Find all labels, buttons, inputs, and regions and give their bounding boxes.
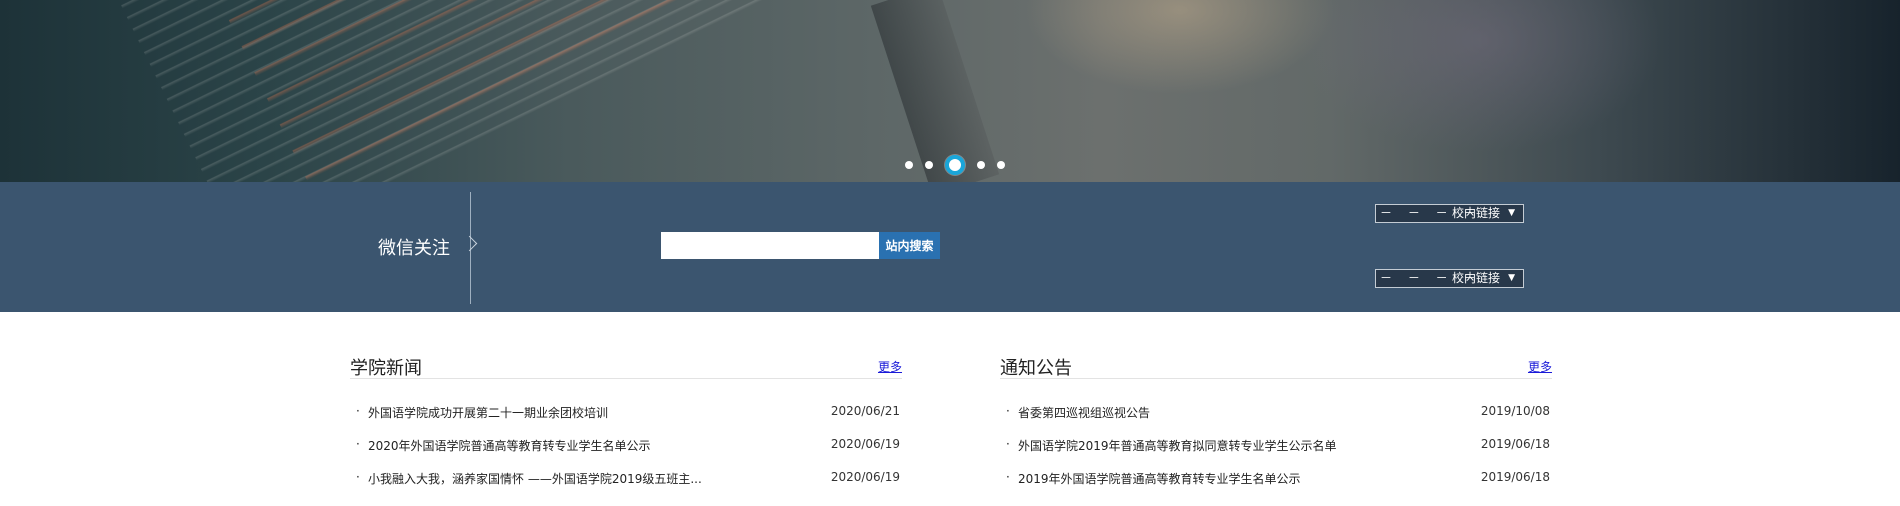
list-item[interactable]: · 省委第四巡视组巡视公告 2019/10/08 (1000, 404, 1552, 437)
section-title: 通知公告 (1000, 358, 1072, 379)
hero-banner (0, 0, 1900, 182)
campus-links-select-1[interactable]: － － － － 校内链接 ▼ (1375, 204, 1524, 223)
item-date: 2019/06/18 (1480, 470, 1550, 484)
carousel-dot-3-active[interactable] (945, 155, 965, 175)
list-item[interactable]: · 外国语学院2019年普通高等教育拟同意转专业学生公示名单 2019/06/1… (1000, 437, 1552, 470)
select-label: 校内链接 (1452, 271, 1501, 285)
item-title[interactable]: 外国语学院成功开展第二十一期业余团校培训 (368, 404, 608, 421)
bullet-dot: · (1006, 470, 1010, 484)
item-date: 2020/06/19 (830, 470, 900, 484)
item-date: 2019/06/18 (1480, 437, 1550, 451)
more-link[interactable]: 更多 (878, 358, 902, 375)
item-date: 2019/10/08 (1480, 404, 1550, 418)
notice-section: 通知公告 更多 · 省委第四巡视组巡视公告 2019/10/08 · 外国语学院… (1000, 350, 1552, 486)
news-list: · 外国语学院成功开展第二十一期业余团校培训 2020/06/21 · 2020… (350, 404, 902, 503)
toolbar-bar: 微信关注 站内搜索 － － － － 校内链接 ▼ － － － － 校内链接 ▼ (0, 182, 1900, 312)
section-title: 学院新闻 (350, 358, 422, 379)
triangle-down-icon: ▼ (1508, 208, 1515, 218)
item-title[interactable]: 2020年外国语学院普通高等教育转专业学生名单公示 (368, 437, 651, 454)
section-header: 学院新闻 更多 (350, 350, 902, 379)
carousel-dot-5[interactable] (997, 161, 1005, 169)
select-label: 校内链接 (1452, 206, 1501, 220)
campus-links-select-2[interactable]: － － － － 校内链接 ▼ (1375, 269, 1524, 288)
wechat-follow-link[interactable]: 微信关注 (378, 234, 450, 260)
bullet-dot: · (356, 437, 360, 451)
section-header: 通知公告 更多 (1000, 350, 1552, 379)
item-title[interactable]: 2019年外国语学院普通高等教育转专业学生名单公示 (1018, 470, 1301, 487)
site-search-button[interactable]: 站内搜索 (879, 232, 940, 259)
list-item[interactable]: · 2020年外国语学院普通高等教育转专业学生名单公示 2020/06/19 (350, 437, 902, 470)
item-title[interactable]: 小我融入大我，涵养家国情怀 ——外国语学院2019级五班主... (368, 470, 702, 487)
triangle-down-icon: ▼ (1508, 273, 1515, 283)
list-item[interactable]: · 小我融入大我，涵养家国情怀 ——外国语学院2019级五班主... 2020/… (350, 470, 902, 503)
college-news-section: 学院新闻 更多 · 外国语学院成功开展第二十一期业余团校培训 2020/06/2… (350, 350, 902, 486)
bullet-dot: · (1006, 404, 1010, 418)
item-date: 2020/06/19 (830, 437, 900, 451)
item-title[interactable]: 外国语学院2019年普通高等教育拟同意转专业学生公示名单 (1018, 437, 1337, 454)
carousel-dot-1[interactable] (905, 161, 913, 169)
notice-list: · 省委第四巡视组巡视公告 2019/10/08 · 外国语学院2019年普通高… (1000, 404, 1552, 503)
more-link[interactable]: 更多 (1528, 358, 1552, 375)
bullet-dot: · (356, 404, 360, 418)
list-item[interactable]: · 外国语学院成功开展第二十一期业余团校培训 2020/06/21 (350, 404, 902, 437)
site-search-input[interactable] (661, 232, 879, 259)
carousel-dots (0, 155, 1900, 175)
chevron-right-icon (461, 235, 478, 252)
list-item[interactable]: · 2019年外国语学院普通高等教育转专业学生名单公示 2019/06/18 (1000, 470, 1552, 503)
carousel-dot-4[interactable] (977, 161, 985, 169)
item-date: 2020/06/21 (830, 404, 900, 418)
item-title[interactable]: 省委第四巡视组巡视公告 (1018, 404, 1150, 421)
bullet-dot: · (356, 470, 360, 484)
carousel-dot-2[interactable] (925, 161, 933, 169)
bullet-dot: · (1006, 437, 1010, 451)
